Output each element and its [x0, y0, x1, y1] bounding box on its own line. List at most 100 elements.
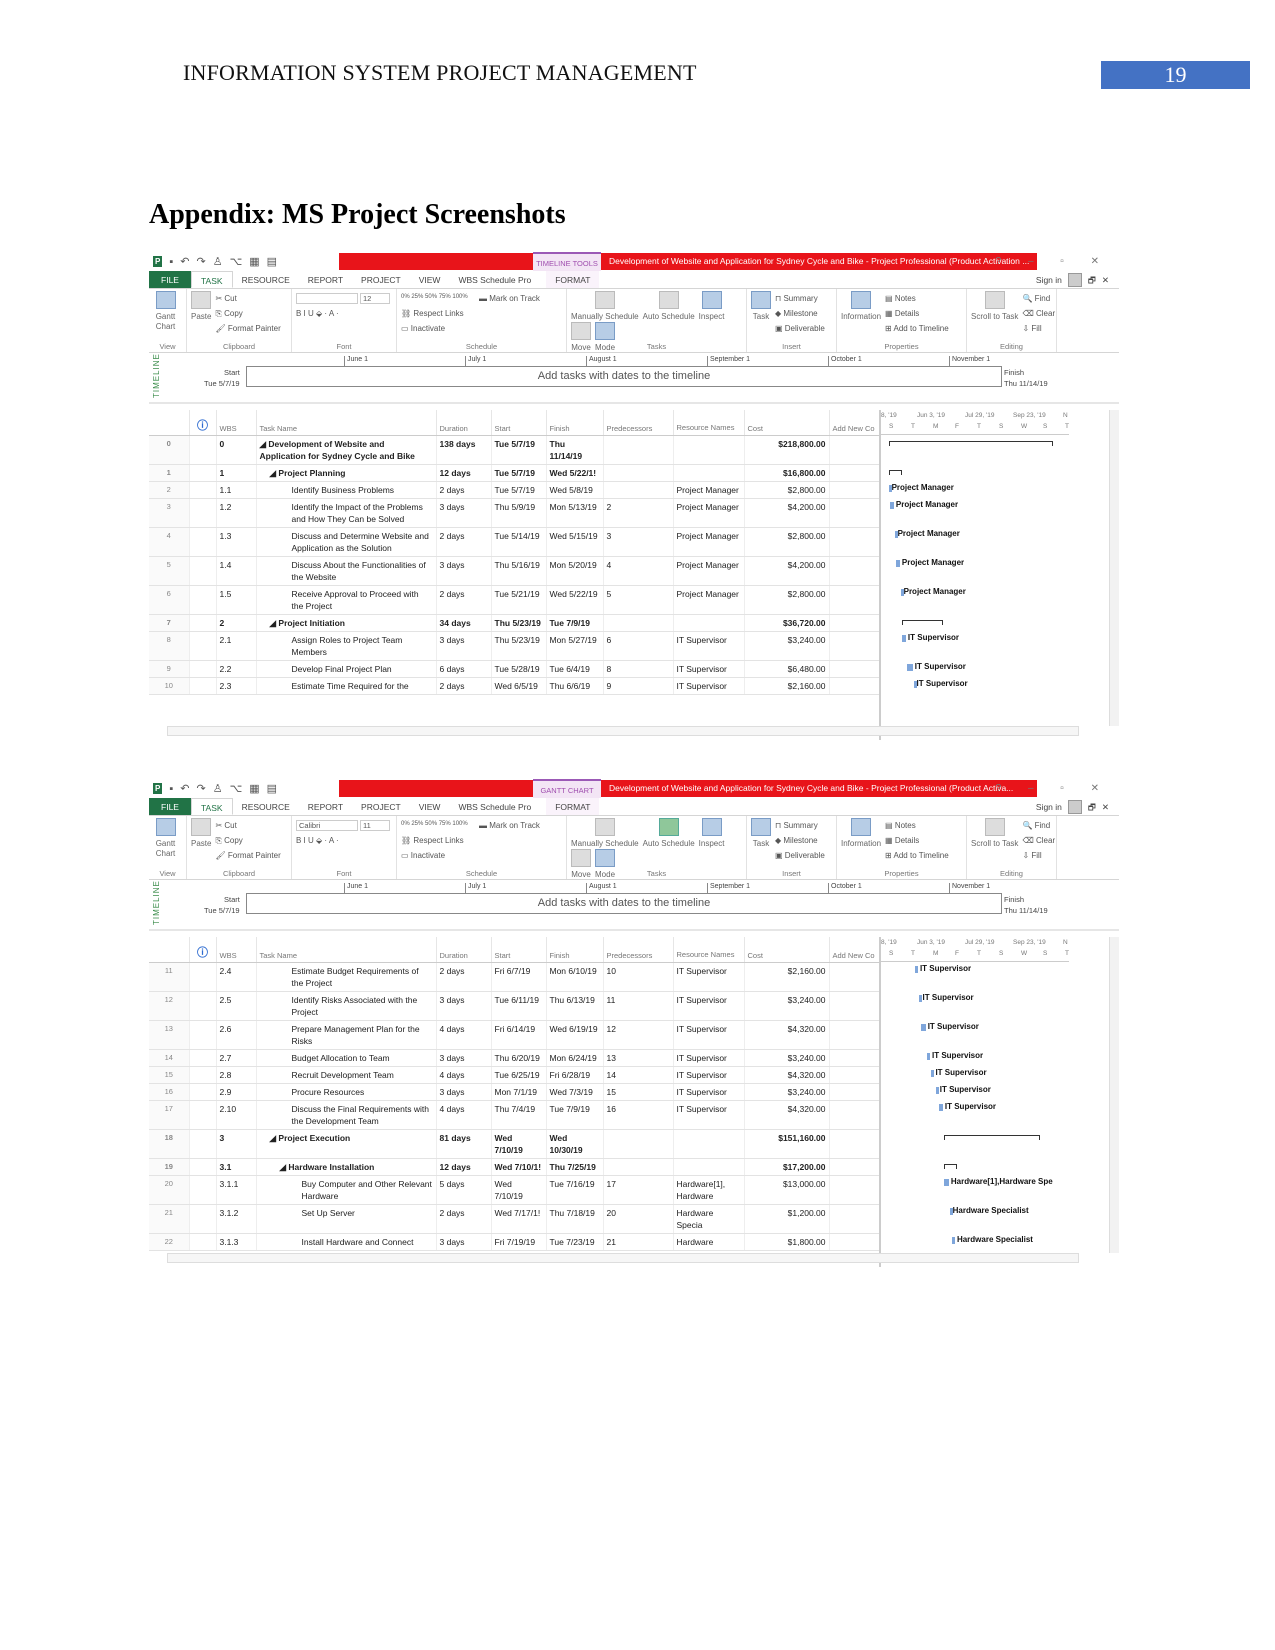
add-new-cell[interactable] — [829, 1083, 880, 1101]
row-id[interactable]: 10 — [149, 677, 190, 695]
resource-cell[interactable] — [673, 1129, 745, 1159]
task-name-cell[interactable]: Procure Resources — [256, 1083, 437, 1101]
task-name-cell[interactable]: Discuss the Final Requirements with the … — [256, 1100, 437, 1130]
resource-cell[interactable]: IT Supervisor — [673, 1100, 745, 1130]
finish-cell[interactable]: Fri 6/28/19 — [546, 1066, 604, 1084]
task-name-cell[interactable]: Discuss and Determine Website and Applic… — [256, 527, 437, 557]
column-header[interactable]: WBS — [216, 410, 257, 436]
row-id[interactable]: 3 — [149, 498, 190, 528]
duration-cell[interactable]: 138 days — [436, 435, 492, 465]
wbs-cell[interactable]: 3 — [216, 1129, 257, 1159]
manually-schedule-button[interactable]: Manually Schedule — [571, 818, 639, 849]
resource-cell[interactable]: Hardware[1], Hardware — [673, 1175, 745, 1205]
predecessors-cell[interactable] — [603, 435, 674, 465]
start-cell[interactable]: Tue 5/14/19 — [491, 527, 547, 557]
resource-cell[interactable]: IT Supervisor — [673, 1083, 745, 1101]
gantt-chart-button[interactable]: Gantt Chart — [153, 818, 178, 859]
cost-cell[interactable]: $16,800.00 — [744, 464, 830, 482]
sign-in[interactable]: Sign in 🗗 ✕ — [1036, 271, 1109, 289]
sign-in-label[interactable]: Sign in — [1036, 798, 1062, 816]
add-new-cell[interactable] — [829, 631, 880, 661]
task-row[interactable]: 22 3.1.3 Install Hardware and Connect 3 day… — [149, 1233, 880, 1251]
finish-cell[interactable]: Tue 7/9/19 — [546, 1100, 604, 1130]
finish-cell[interactable]: Thu 7/25/19 — [546, 1158, 604, 1176]
tab-project[interactable]: PROJECT — [352, 271, 410, 288]
cost-cell[interactable]: $218,800.00 — [744, 435, 830, 465]
scroll-to-task-button[interactable]: Scroll to Task — [971, 818, 1018, 849]
add-new-cell[interactable] — [829, 1020, 880, 1050]
insert-task-button[interactable]: Task — [751, 818, 771, 849]
column-header[interactable]: Finish — [546, 410, 604, 436]
column-header[interactable]: Task Name — [256, 937, 437, 963]
auto-schedule-button[interactable]: Auto Schedule — [643, 818, 695, 849]
percent-complete-buttons[interactable]: 0% 25% 50% 75% 100% — [401, 291, 479, 303]
cost-cell[interactable]: $13,000.00 — [744, 1175, 830, 1205]
predecessors-cell[interactable]: 14 — [603, 1066, 674, 1084]
add-new-cell[interactable] — [829, 1175, 880, 1205]
start-cell[interactable]: Tue 6/25/19 — [491, 1066, 547, 1084]
duration-cell[interactable]: 3 days — [436, 498, 492, 528]
column-header[interactable]: Cost — [744, 937, 830, 963]
row-id[interactable]: 11 — [149, 962, 190, 992]
task-name-cell[interactable]: Set Up Server — [256, 1204, 437, 1234]
row-id[interactable]: 1 — [149, 464, 190, 482]
inspect-button[interactable]: Inspect — [699, 291, 724, 322]
add-new-cell[interactable] — [829, 677, 880, 695]
tab-file[interactable]: FILE — [149, 271, 191, 288]
start-cell[interactable]: Tue 5/7/19 — [491, 464, 547, 482]
add-new-cell[interactable] — [829, 1233, 880, 1251]
finish-cell[interactable]: Wed 5/22/19 — [546, 585, 604, 615]
percent-complete-buttons[interactable]: 0% 25% 50% 75% 100% — [401, 818, 479, 830]
finish-cell[interactable]: Mon 6/10/19 — [546, 962, 604, 992]
information-button[interactable]: Information — [841, 291, 881, 322]
start-cell[interactable]: Wed 6/5/19 — [491, 677, 547, 695]
start-cell[interactable]: Thu 5/23/19 — [491, 631, 547, 661]
duration-cell[interactable]: 2 days — [436, 527, 492, 557]
start-cell[interactable]: Mon 7/1/19 — [491, 1083, 547, 1101]
predecessors-cell[interactable]: 4 — [603, 556, 674, 586]
font-size-field[interactable]: 12 — [360, 293, 390, 305]
task-row[interactable]: 16 2.9 Procure Resources 3 days Mon 7/1/19 We… — [149, 1083, 880, 1101]
tab-project[interactable]: PROJECT — [352, 798, 410, 815]
duration-cell[interactable]: 2 days — [436, 585, 492, 615]
row-id[interactable]: 22 — [149, 1233, 190, 1251]
finish-cell[interactable]: Tue 7/9/19 — [546, 614, 604, 632]
finish-cell[interactable]: Tue 7/23/19 — [546, 1233, 604, 1251]
task-row[interactable]: 18 3 ◢ Project Execution 81 days Wed 7/10/19… — [149, 1129, 880, 1159]
resource-cell[interactable] — [673, 1158, 745, 1176]
cost-cell[interactable]: $4,320.00 — [744, 1020, 830, 1050]
resource-cell[interactable] — [673, 435, 745, 465]
add-to-timeline-button[interactable]: ⊞ Add to Timeline — [841, 321, 962, 336]
cost-cell[interactable]: $3,240.00 — [744, 631, 830, 661]
add-new-cell[interactable] — [829, 435, 880, 465]
column-header[interactable]: Start — [491, 937, 547, 963]
wbs-cell[interactable]: 2.9 — [216, 1083, 257, 1101]
format-painter-button[interactable]: 🖌 Format Painter — [191, 848, 287, 863]
task-row[interactable]: 21 3.1.2 Set Up Server 2 days Wed 7/17/1! Thu… — [149, 1204, 880, 1234]
form-icon[interactable]: ▤ — [267, 782, 277, 795]
wbs-cell[interactable]: 2.3 — [216, 677, 257, 695]
font-name-field[interactable] — [296, 293, 358, 305]
resource-cell[interactable]: IT Supervisor — [673, 660, 745, 678]
tab-resource[interactable]: RESOURCE — [233, 798, 299, 815]
redo-icon[interactable]: ↷ — [196, 255, 205, 268]
add-to-timeline-button[interactable]: ⊞ Add to Timeline — [841, 848, 962, 863]
task-row[interactable]: 20 3.1.1 Buy Computer and Other Relevant H… — [149, 1175, 880, 1205]
save-icon[interactable]: ▪ — [169, 783, 173, 795]
wbs-cell[interactable]: 3.1 — [216, 1158, 257, 1176]
add-new-cell[interactable] — [829, 585, 880, 615]
link-icon[interactable]: ⌥ — [230, 255, 243, 268]
task-row[interactable]: 12 2.5 Identify Risks Associated with the … — [149, 991, 880, 1021]
task-row[interactable]: 17 2.10 Discuss the Final Requirements wit… — [149, 1100, 880, 1130]
tab-report[interactable]: REPORT — [299, 271, 352, 288]
finish-cell[interactable]: Tue 7/16/19 — [546, 1175, 604, 1205]
task-name-cell[interactable]: Budget Allocation to Team — [256, 1049, 437, 1067]
cost-cell[interactable]: $2,800.00 — [744, 481, 830, 499]
predecessors-cell[interactable] — [603, 481, 674, 499]
close-icon[interactable]: ✕ — [1102, 798, 1109, 816]
start-cell[interactable]: Thu 6/20/19 — [491, 1049, 547, 1067]
cost-cell[interactable]: $2,800.00 — [744, 527, 830, 557]
duration-cell[interactable]: 4 days — [436, 1020, 492, 1050]
org-icon[interactable]: ♙ — [213, 255, 223, 268]
duration-cell[interactable]: 5 days — [436, 1175, 492, 1205]
